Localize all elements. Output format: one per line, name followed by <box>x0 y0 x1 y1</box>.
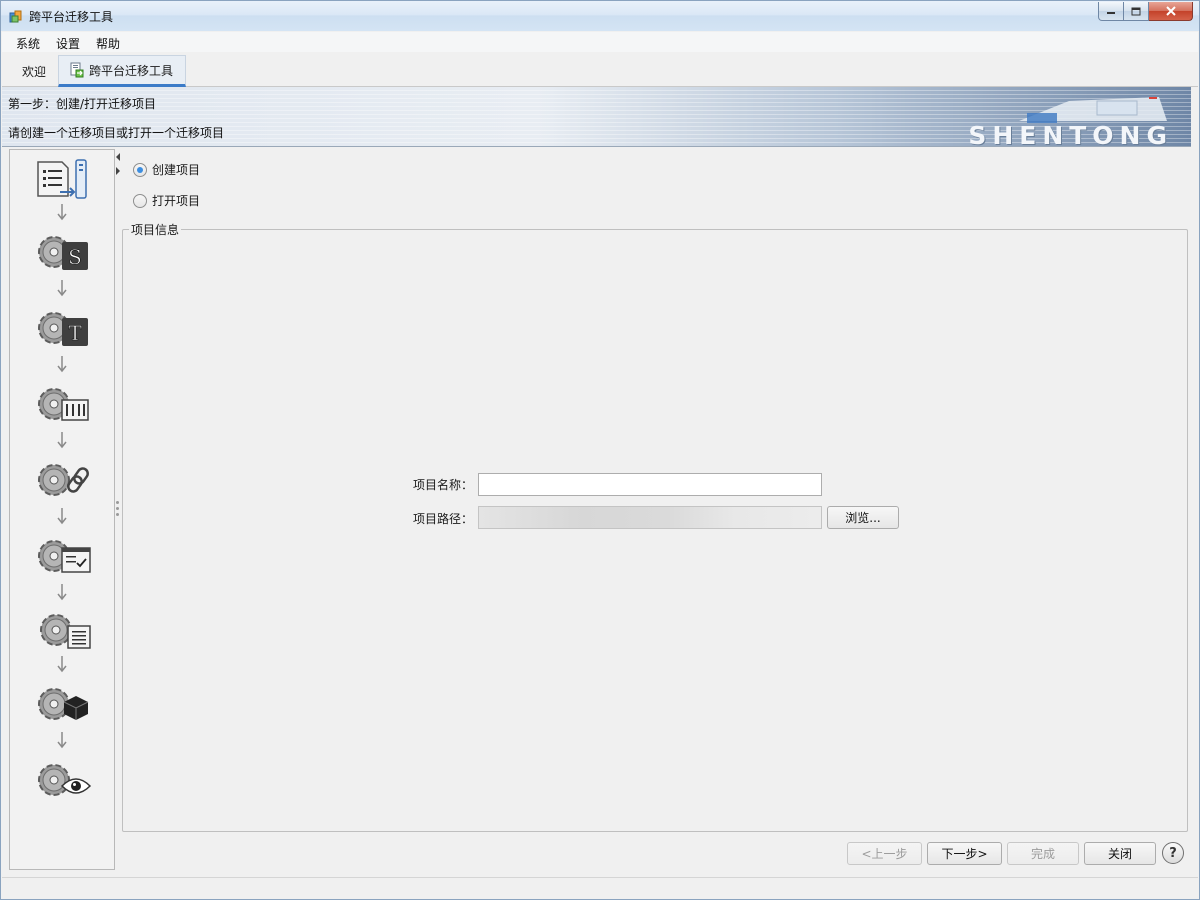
finish-label: 完成 <box>1030 847 1055 861</box>
down-arrow-icon <box>57 584 67 601</box>
document-server-icon[interactable] <box>32 156 94 204</box>
gear-link-icon[interactable] <box>32 456 94 504</box>
open-project-label: 打开项目 <box>152 194 201 208</box>
tab-bar: 欢迎 跨平台迁移工具 <box>2 53 1198 87</box>
minimize-button[interactable] <box>1098 2 1124 21</box>
gear-list-icon[interactable] <box>32 608 94 656</box>
main-window: 跨平台迁移工具 系统 设置 帮助 欢迎 跨平台迁移工具 第一步：创建/打开迁移项… <box>0 0 1200 900</box>
title-bar[interactable]: 跨平台迁移工具 <box>1 1 1199 31</box>
help-button[interactable]: ? <box>1162 842 1184 864</box>
open-project-option[interactable]: 打开项目 <box>133 192 200 209</box>
tab-welcome-label: 欢迎 <box>21 64 46 79</box>
banner-description: 请创建一个迁移项目或打开一个迁移项目 <box>8 126 225 140</box>
down-arrow-icon <box>57 508 67 525</box>
brand-logo: SHENTONG <box>968 121 1173 147</box>
down-arrow-icon <box>57 356 67 373</box>
window-title: 跨平台迁移工具 <box>29 10 114 24</box>
maximize-button[interactable] <box>1124 2 1149 21</box>
down-arrow-icon <box>57 432 67 449</box>
step-banner: 第一步：创建/打开迁移项目 请创建一个迁移项目或打开一个迁移项目 SHENTON… <box>2 87 1191 147</box>
close-button[interactable]: 关闭 <box>1084 842 1156 865</box>
browse-button-label: 浏览... <box>845 511 881 525</box>
down-arrow-icon <box>57 732 67 749</box>
project-name-label: 项目名称： <box>413 478 474 492</box>
down-arrow-icon <box>57 656 67 673</box>
menu-help[interactable]: 帮助 <box>96 35 120 52</box>
project-info-group <box>122 229 1188 832</box>
app-icon <box>9 10 22 23</box>
status-bar <box>2 877 1198 893</box>
gear-mapping-icon[interactable] <box>32 380 94 428</box>
tab-migration-label: 跨平台迁移工具 <box>89 63 174 78</box>
close-window-button[interactable] <box>1149 2 1193 21</box>
svg-text:T: T <box>68 321 82 345</box>
finish-button[interactable]: 完成 <box>1007 842 1079 865</box>
banner-step-title: 第一步：创建/打开迁移项目 <box>8 97 157 111</box>
maximize-icon <box>1131 7 1141 15</box>
close-label: 关闭 <box>1107 847 1132 861</box>
down-arrow-icon <box>57 204 67 221</box>
window-controls <box>1098 2 1193 21</box>
collapse-left-icon[interactable] <box>116 153 120 161</box>
down-arrow-icon <box>57 280 67 297</box>
next-step-button[interactable]: 下一步> <box>927 842 1002 865</box>
project-name-input[interactable] <box>478 473 822 496</box>
open-project-radio[interactable] <box>133 193 147 208</box>
menu-system[interactable]: 系统 <box>16 35 40 52</box>
menu-settings[interactable]: 设置 <box>56 35 80 52</box>
migration-tool-icon <box>70 62 84 78</box>
expand-right-icon[interactable] <box>116 167 120 175</box>
browse-button[interactable]: 浏览... <box>827 506 899 529</box>
gear-window-check-icon[interactable] <box>32 532 94 580</box>
previous-step-button[interactable]: <上一步 <box>847 842 922 865</box>
menu-bar: 系统 设置 帮助 <box>2 32 1198 53</box>
help-icon: ? <box>1169 845 1177 861</box>
grip-dots-icon <box>116 501 119 519</box>
step-rail: S T <box>9 149 115 870</box>
previous-step-label: <上一步 <box>861 847 908 861</box>
create-project-option[interactable]: 创建项目 <box>133 161 200 178</box>
gear-target-icon[interactable]: T <box>32 304 94 352</box>
create-project-radio[interactable] <box>133 162 147 177</box>
gear-cube-icon[interactable] <box>32 680 94 728</box>
gear-eye-icon[interactable] <box>32 756 94 804</box>
gear-source-icon[interactable]: S <box>32 228 94 276</box>
project-path-field[interactable] <box>478 506 822 529</box>
tab-migration-tool[interactable]: 跨平台迁移工具 <box>58 55 186 87</box>
project-info-title: 项目信息 <box>129 221 182 238</box>
minimize-icon <box>1107 12 1115 14</box>
close-icon <box>1165 6 1176 16</box>
tab-welcome[interactable]: 欢迎 <box>10 55 58 87</box>
next-step-label: 下一步> <box>941 847 988 861</box>
project-path-label: 项目路径： <box>413 512 474 526</box>
svg-text:S: S <box>68 245 82 269</box>
create-project-label: 创建项目 <box>152 163 201 177</box>
splitter-handle[interactable] <box>115 151 121 870</box>
